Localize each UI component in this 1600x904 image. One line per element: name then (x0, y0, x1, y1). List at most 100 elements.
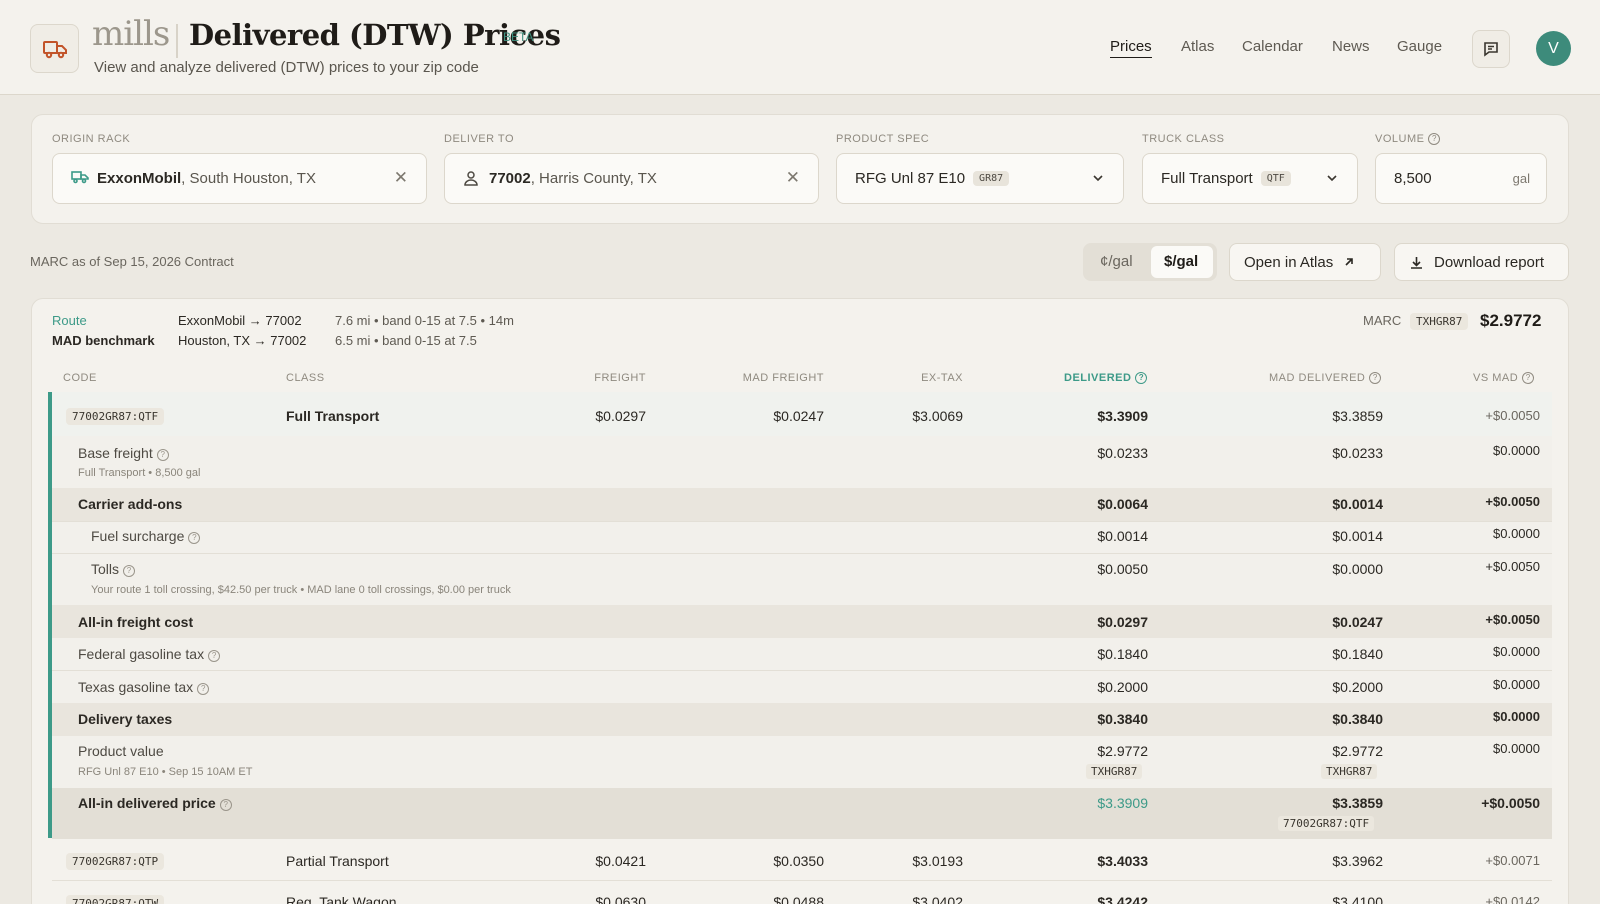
row-mad-freight: $0.0247 (773, 408, 824, 424)
origin-name: ExxonMobil (97, 170, 182, 187)
breakdown-delivered: $0.0064 (1097, 496, 1148, 512)
breakdown-delivered: $0.0014 (1097, 528, 1148, 544)
col-code[interactable]: CODE (63, 372, 97, 384)
breakdown-note: Your route 1 toll crossing, $42.50 per t… (91, 584, 511, 596)
breakdown-vs: $0.0000 (1493, 443, 1540, 458)
breakdown-note: Full Transport • 8,500 gal (78, 467, 201, 479)
breakdown-mad: $0.0247 (1332, 614, 1383, 630)
location-pin-icon (463, 170, 479, 190)
row-ex-tax: $3.0069 (912, 408, 963, 424)
help-icon: ? (208, 650, 221, 662)
breakdown-label: Product value (78, 743, 164, 759)
unit-dollars[interactable]: $/gal (1164, 253, 1198, 270)
col-vs-mad[interactable]: VS MAD? (1473, 372, 1535, 384)
download-icon (1411, 256, 1422, 269)
breakdown-mad: $0.0233 (1332, 445, 1383, 461)
open-in-atlas-button[interactable]: Open in Atlas (1229, 243, 1381, 281)
breakdown-vs: +$0.0050 (1481, 795, 1540, 811)
truck-logo-icon[interactable] (30, 24, 79, 73)
row-mad-freight: $0.0350 (773, 853, 824, 869)
col-ex-tax[interactable]: EX-TAX (863, 372, 963, 384)
nav-atlas[interactable]: Atlas (1181, 38, 1214, 55)
open-in-atlas-label: Open in Atlas (1244, 253, 1334, 271)
page-subtitle: View and analyze delivered (DTW) prices … (94, 59, 479, 76)
nav-prices[interactable]: Prices (1110, 38, 1152, 58)
help-icon: ? (156, 449, 169, 461)
col-delivered[interactable]: DELIVERED? (1064, 372, 1148, 384)
product-code-chip: GR87 (973, 171, 1010, 186)
col-mad-freight[interactable]: MAD FREIGHT (700, 372, 824, 384)
marc-label: MARC (1363, 313, 1402, 328)
chevron-down-icon (1091, 171, 1105, 189)
row-code-chip: 77002GR87:QTF (1278, 816, 1375, 831)
row-delivered: $3.4242 (1097, 894, 1148, 904)
origin-rack-field[interactable]: ExxonMobil, South Houston, TX ✕ (52, 153, 427, 204)
help-icon: ? (188, 532, 201, 544)
product-spec-label: PRODUCT SPEC (836, 133, 930, 145)
product-code-chip: TXHGR87 (1321, 764, 1378, 779)
truck-class-label: TRUCK CLASS (1142, 133, 1225, 145)
deliver-location: , Harris County, TX (530, 170, 657, 187)
row-delivered: $3.4033 (1097, 853, 1148, 869)
help-icon: ? (1522, 372, 1535, 384)
breakdown-label: Delivery taxes (78, 711, 173, 727)
row-ex-tax: $3.0402 (912, 894, 963, 904)
breakdown-mad: $3.3859 (1332, 795, 1383, 811)
messages-button[interactable] (1472, 30, 1510, 68)
product-spec-value: RFG Unl 87 E10 (855, 170, 966, 187)
row-vs-mad: +$0.0142 (1485, 894, 1540, 904)
row-code-chip[interactable]: 77002GR87:QTP (66, 853, 165, 870)
clear-deliver-icon[interactable]: ✕ (786, 168, 800, 188)
unit-cents[interactable]: ¢/gal (1100, 253, 1133, 270)
row-freight: $0.0297 (595, 408, 646, 424)
truck-class-select[interactable]: Full Transport QTF (1142, 153, 1358, 204)
breakdown-label: Fuel surcharge? (91, 528, 201, 544)
volume-label: VOLUME? (1375, 133, 1441, 145)
breakdown-vs: $0.0000 (1493, 709, 1540, 724)
deliver-to-field[interactable]: 77002, Harris County, TX ✕ (444, 153, 819, 204)
truck-icon (71, 170, 89, 188)
message-icon (1484, 42, 1498, 57)
nav-calendar[interactable]: Calendar (1242, 38, 1303, 55)
row-class: Partial Transport (286, 853, 389, 869)
download-report-button[interactable]: Download report (1394, 243, 1569, 281)
row-vs-mad: +$0.0071 (1485, 853, 1540, 868)
breakdown-mad: $2.9772 (1332, 743, 1383, 759)
deliver-zip: 77002 (489, 170, 531, 187)
row-vs-mad: +$0.0050 (1485, 408, 1540, 423)
breakdown-delivered: $0.2000 (1097, 679, 1148, 695)
help-icon: ? (1135, 372, 1148, 384)
product-spec-select[interactable]: RFG Unl 87 E10 GR87 (836, 153, 1124, 204)
volume-input[interactable]: 8,500 gal (1375, 153, 1547, 204)
col-freight[interactable]: FREIGHT (546, 372, 646, 384)
user-avatar[interactable]: V (1536, 31, 1571, 66)
deliver-to-label: DELIVER TO (444, 133, 515, 145)
nav-gauge[interactable]: Gauge (1397, 38, 1442, 55)
col-class[interactable]: CLASS (286, 372, 325, 384)
breakdown-label: Base freight? (78, 445, 169, 461)
nav-news[interactable]: News (1332, 38, 1370, 55)
help-icon: ? (123, 565, 136, 577)
breakdown-delivered: $0.0050 (1097, 561, 1148, 577)
breakdown-delivered: $0.3840 (1097, 711, 1148, 727)
breakdown-delivered: $0.0233 (1097, 445, 1148, 461)
volume-unit: gal (1512, 171, 1530, 186)
row-freight: $0.0421 (595, 853, 646, 869)
row-code-chip[interactable]: 77002GR87:QTW (66, 895, 165, 904)
breakdown-delivered: $0.0297 (1097, 614, 1148, 630)
row-class: Reg. Tank Wagon (286, 894, 397, 904)
col-mad-delivered[interactable]: MAD DELIVERED? (1269, 372, 1382, 384)
breakdown-label: Texas gasoline tax? (78, 679, 210, 695)
help-icon: ? (1428, 133, 1441, 145)
brand-name: mills (92, 14, 170, 54)
row-ex-tax: $3.0193 (912, 853, 963, 869)
row-class: Full Transport (286, 408, 380, 424)
clear-origin-icon[interactable]: ✕ (394, 168, 408, 188)
breakdown-vs: +$0.0050 (1485, 612, 1540, 627)
truck-class-value: Full Transport (1161, 170, 1253, 187)
brand-divider (176, 24, 178, 58)
row-code-chip[interactable]: 77002GR87:QTF (66, 408, 165, 425)
mad-benchmark-label: MAD benchmark (52, 333, 155, 348)
breakdown-delivered: $3.3909 (1097, 795, 1148, 811)
help-icon: ? (197, 683, 210, 695)
